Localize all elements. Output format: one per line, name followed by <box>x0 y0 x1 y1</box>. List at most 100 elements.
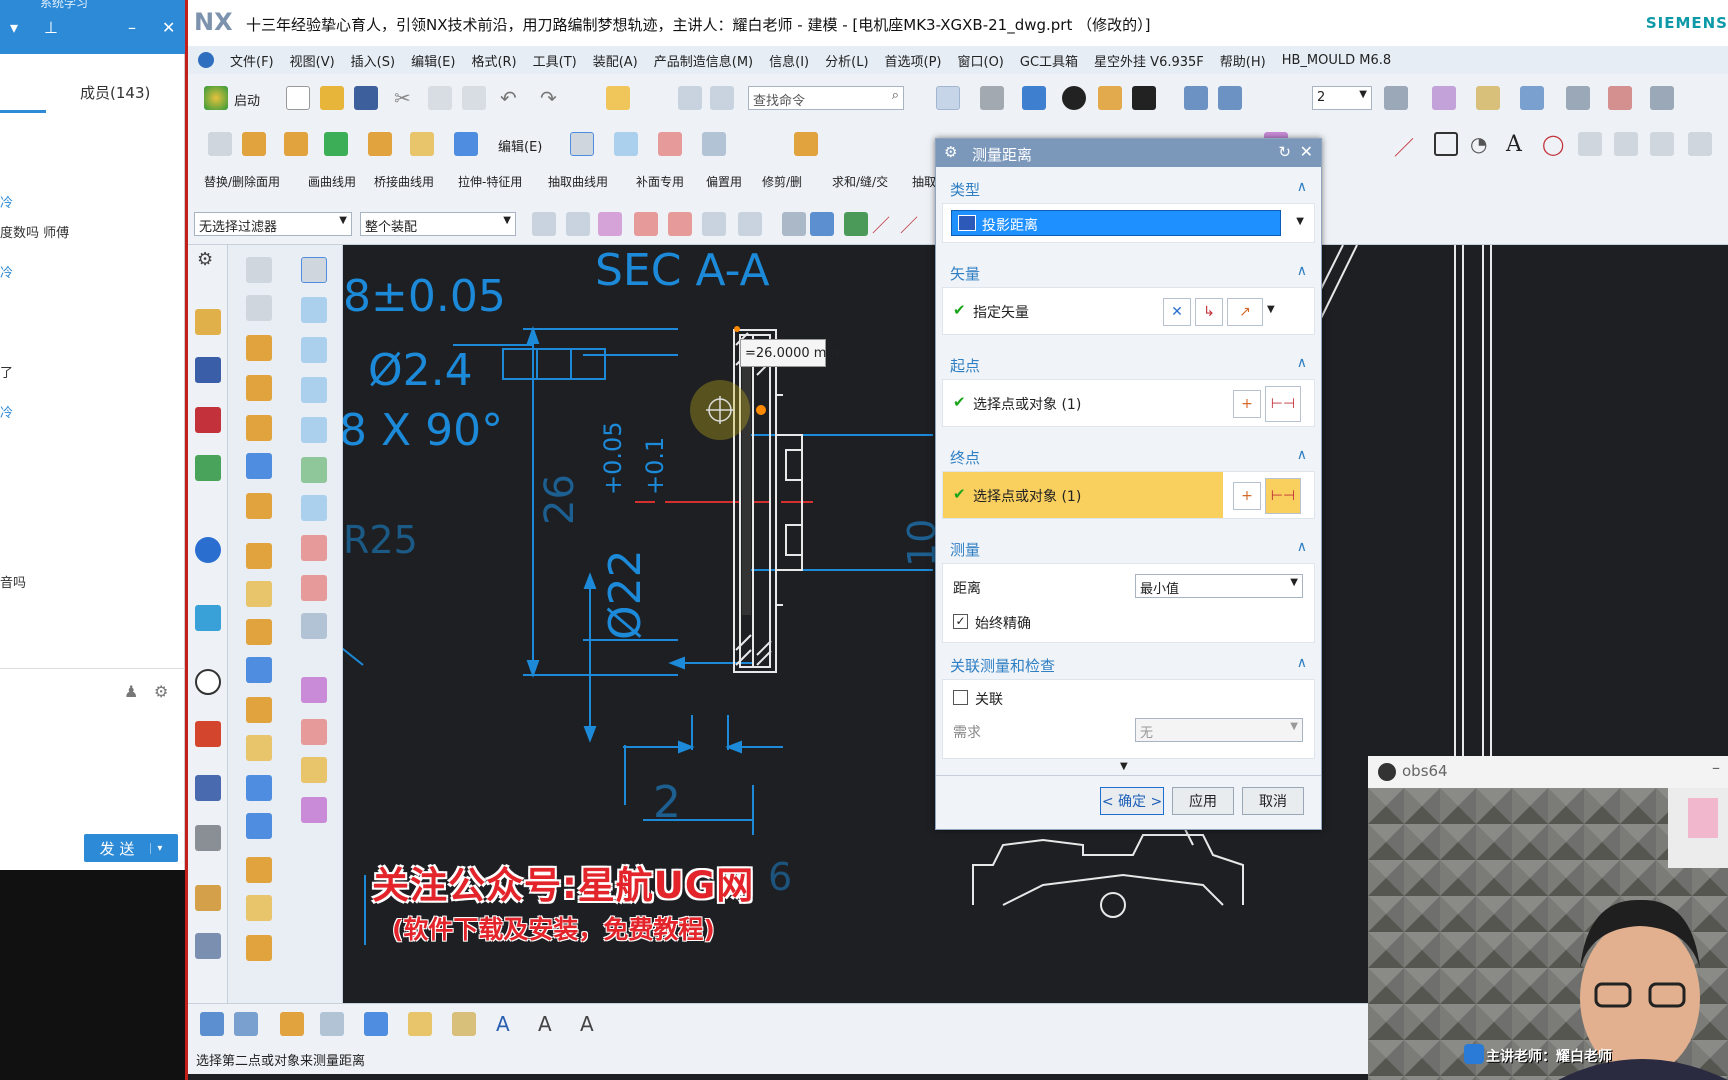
palette-tool-icon[interactable] <box>246 581 272 607</box>
info-icon[interactable] <box>195 537 221 563</box>
shade-icon[interactable] <box>1566 86 1590 110</box>
cancel-button[interactable]: 取消 <box>1242 787 1304 815</box>
apply-button[interactable]: 应用 <box>1172 787 1234 815</box>
toolbar3-item[interactable]: 修剪/删 <box>762 173 802 190</box>
menu-window[interactable]: 窗口(O) <box>958 51 1004 70</box>
select-object-icon[interactable]: ⊢⊣ <box>1265 478 1301 514</box>
reverse-direction-icon[interactable]: ✕ <box>1163 298 1191 326</box>
toolbar3-item[interactable]: 偏置用 <box>706 173 742 190</box>
menu-file[interactable]: 文件(F) <box>230 51 274 70</box>
menu-plugin[interactable]: 星空外挂 V6.935F <box>1094 51 1204 70</box>
bottom-tool-icon[interactable] <box>364 1012 388 1036</box>
palette-tool-icon[interactable] <box>246 619 272 645</box>
requirement-select[interactable]: 无 ▼ <box>1135 718 1303 742</box>
select-tool-icon[interactable] <box>738 212 762 236</box>
palette-tool-icon[interactable] <box>301 575 327 601</box>
sketch-icon[interactable] <box>208 132 232 156</box>
close-icon[interactable]: ✕ <box>1300 142 1313 161</box>
select-tool-icon[interactable] <box>598 212 622 236</box>
palette-tool-icon[interactable] <box>301 719 327 745</box>
start-section-header[interactable]: 起点 <box>950 355 980 376</box>
palette-tool-icon[interactable] <box>301 797 327 823</box>
type-section-header[interactable]: 类型 <box>950 179 980 200</box>
assembly-scope-select[interactable]: 整个装配 ▼ <box>360 212 516 236</box>
paste-icon[interactable] <box>462 86 486 110</box>
palette-tool-icon[interactable] <box>246 935 272 961</box>
shading-icon[interactable] <box>1062 86 1086 110</box>
menu-edit[interactable]: 编辑(E) <box>411 51 455 70</box>
palette-tool-icon[interactable] <box>246 895 272 921</box>
palette-tool-icon[interactable] <box>246 697 272 723</box>
minimize-icon[interactable]: – <box>1712 758 1720 777</box>
undo-icon[interactable]: ↶ <box>500 86 524 110</box>
vector-section-header[interactable]: 矢量 <box>950 263 980 284</box>
annotation-icon[interactable]: A <box>580 1012 604 1036</box>
command-search-input[interactable]: 查找命令 ⌕ <box>748 86 904 110</box>
palette-tool-icon[interactable] <box>246 295 272 321</box>
menu-preferences[interactable]: 首选项(P) <box>885 51 942 70</box>
menu-view[interactable]: 视图(V) <box>290 51 335 70</box>
clock-icon[interactable] <box>195 669 221 695</box>
palette-tool-icon[interactable] <box>246 735 272 761</box>
block-icon[interactable] <box>368 132 392 156</box>
curve-tool-icon[interactable] <box>1614 132 1638 156</box>
palette-tool-icon[interactable] <box>301 757 327 783</box>
associative-checkbox[interactable] <box>953 690 968 705</box>
chevron-up-icon[interactable]: ∧ <box>1297 447 1307 463</box>
menu-insert[interactable]: 插入(S) <box>351 51 395 70</box>
palette-tool-icon[interactable] <box>246 775 272 801</box>
toolbar3-item[interactable]: 补面专用 <box>636 173 684 190</box>
bottom-tool-icon[interactable] <box>234 1012 258 1036</box>
revolve-icon[interactable] <box>284 132 308 156</box>
select-tool-icon[interactable] <box>634 212 658 236</box>
menu-hb-mould[interactable]: HB_MOULD M6.8 <box>1282 53 1391 68</box>
toolbar3-item[interactable]: 求和/缝/交 <box>832 173 888 190</box>
more-options-icon[interactable]: ▼ <box>1120 761 1128 772</box>
black-bg-icon[interactable] <box>1132 86 1156 110</box>
selection-icon[interactable] <box>1476 86 1500 110</box>
measure-distance-icon[interactable] <box>606 86 630 110</box>
assembly-navigator-icon[interactable] <box>195 357 221 383</box>
menu-tools[interactable]: 工具(T) <box>533 51 577 70</box>
bottom-tool-icon[interactable] <box>320 1012 344 1036</box>
system-scene-icon[interactable] <box>195 825 221 851</box>
menu-format[interactable]: 格式(R) <box>471 51 516 70</box>
toolbar3-item[interactable]: 画曲线用 <box>308 173 356 190</box>
menu-assembly[interactable]: 装配(A) <box>593 51 638 70</box>
select-tool-icon[interactable] <box>702 212 726 236</box>
toolbar3-item[interactable]: 替换/删除面用 <box>204 173 280 190</box>
extrude-icon[interactable] <box>242 132 266 156</box>
chevron-down-icon[interactable]: ▾ <box>150 842 162 854</box>
chevron-down-icon[interactable]: ▼ <box>1267 304 1275 315</box>
bottom-tool-icon[interactable] <box>408 1012 432 1036</box>
save-icon[interactable] <box>354 86 378 110</box>
work-section-icon[interactable] <box>1218 86 1242 110</box>
select-object-icon[interactable]: ⊢⊣ <box>1265 386 1301 422</box>
curve-tool-icon[interactable] <box>1650 132 1674 156</box>
palette-tool-icon[interactable] <box>246 813 272 839</box>
process-studio-icon[interactable] <box>195 933 221 959</box>
palette-tool-icon[interactable] <box>246 375 272 401</box>
layer-settings-icon[interactable] <box>1384 86 1408 110</box>
gear-icon[interactable]: ⚙ <box>197 249 213 270</box>
new-file-icon[interactable] <box>286 86 310 110</box>
snap-point-icon[interactable]: ／ <box>900 212 924 237</box>
background-icon[interactable] <box>1098 86 1122 110</box>
palette-tool-icon[interactable] <box>246 415 272 441</box>
select-tool-icon[interactable] <box>566 212 590 236</box>
toolbar3-item[interactable]: 抽取曲线用 <box>548 173 608 190</box>
vector-inferred-icon[interactable]: ↗ <box>1227 298 1263 326</box>
curve-tool-icon[interactable] <box>1578 132 1602 156</box>
palette-tool-icon[interactable] <box>301 377 327 403</box>
chevron-down-icon[interactable]: ▾ <box>10 18 18 37</box>
palette-tool-icon[interactable] <box>301 613 327 639</box>
palette-tool-icon[interactable] <box>301 457 327 483</box>
palette-tool-icon[interactable] <box>246 857 272 883</box>
point-icon[interactable] <box>324 132 348 156</box>
palette-tool-icon[interactable] <box>246 335 272 361</box>
select-tool-icon[interactable] <box>782 212 806 236</box>
bottom-tool-icon[interactable] <box>452 1012 476 1036</box>
select-tool-icon[interactable] <box>532 212 556 236</box>
fit-view-icon[interactable] <box>936 86 960 110</box>
reset-icon[interactable]: ↻ <box>1278 143 1291 161</box>
